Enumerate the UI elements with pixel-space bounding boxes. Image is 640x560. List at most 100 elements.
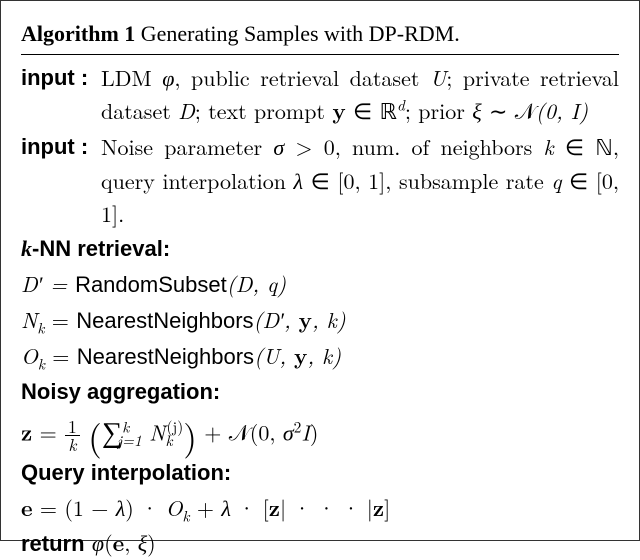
sub-k: k (38, 353, 45, 374)
section-interp: Query interpolation: (21, 456, 619, 489)
sym-U: U (430, 62, 446, 93)
input-block-1: input : LDM φ, public retrieval dataset … (21, 61, 619, 128)
text: -NN retrieval: (32, 236, 170, 261)
text: (0, I) (536, 95, 588, 126)
sym-y: y (299, 304, 312, 335)
text: , public retrieval dataset (174, 62, 430, 93)
sym-sigma: σ (273, 131, 284, 162)
sym-k: k (21, 236, 32, 261)
text: = (1 − (33, 492, 116, 523)
divider (21, 54, 619, 55)
lhs: D′ = (21, 268, 75, 299)
input-body-1: LDM φ, public retrieval dataset U; priva… (101, 61, 619, 128)
sym-phi: φ (162, 62, 174, 93)
frac-den: k (65, 436, 80, 454)
sym-sigma: σ (283, 417, 294, 448)
eq: = (45, 340, 77, 371)
text: ∈ (554, 131, 596, 162)
text: ∼ (482, 95, 515, 126)
sum-lower: j=1 (117, 430, 141, 451)
args-open: (D′, (254, 304, 299, 335)
text: Noise parameter (101, 131, 273, 162)
space (85, 527, 92, 558)
sym-e: e (113, 527, 125, 558)
paren-open: ( (104, 527, 113, 558)
sym-lambda: λ (221, 492, 231, 523)
text: ) · (125, 492, 165, 523)
sym-xi: ξ (472, 95, 481, 126)
sym-N: N (149, 417, 165, 448)
text: , subsample rate (385, 165, 551, 196)
fn-randomsubset: RandomSubset (75, 272, 227, 297)
args: (D, q) (227, 268, 286, 299)
sym-Nset: ℕ (595, 135, 613, 160)
text: > 0 (284, 131, 335, 162)
sym-xi: ξ (138, 527, 147, 558)
sym-lambda: λ (116, 492, 126, 523)
sym-z: z (21, 417, 32, 448)
eq: = (44, 304, 76, 335)
section-knn: k-NN retrieval: (21, 232, 619, 265)
text: ; prior (405, 95, 472, 126)
text: + (190, 492, 222, 523)
section-noisy: Noisy aggregation: (21, 375, 619, 408)
args-close: , k) (312, 304, 346, 335)
args-open: (U, (254, 340, 294, 371)
sym-phi: φ (92, 527, 104, 558)
algo-title-text: Generating Samples with DP-RDM. (141, 21, 460, 46)
text: · [ (231, 492, 269, 523)
sym-O: O (21, 340, 38, 371)
sym-D: D (178, 95, 195, 126)
fn-nn: NearestNeighbors (77, 344, 254, 369)
fn-nn: NearestNeighbors (76, 308, 253, 333)
input-block-2: input : Noise parameter σ > 0, num. of n… (21, 130, 619, 230)
sym-z: z (373, 492, 384, 523)
sym-e: e (21, 492, 33, 523)
args-close: ) (310, 417, 319, 448)
paren-close: ) (147, 527, 156, 558)
knn-line-1: D′ = RandomSubset(D, q) (21, 267, 619, 301)
interp-line: e = (1 − λ) · Ok + λ · [z| · · · |z] (21, 491, 619, 524)
sym-k: k (544, 131, 554, 162)
knn-line-3: Ok = NearestNeighbors(U, y, k) (21, 339, 619, 373)
text: ∈ (346, 95, 380, 126)
sym-I: I (301, 417, 310, 448)
plus: + (197, 417, 229, 448)
sym-z: z (269, 492, 280, 523)
sub-k: k (182, 505, 189, 526)
knn-line-2: Nk = NearestNeighbors(D′, y, k) (21, 303, 619, 337)
sym-lambda: λ (294, 165, 304, 196)
sup-j: (j) (167, 416, 184, 437)
dots: | · · · | (280, 492, 373, 523)
sym-N: 𝒩 (515, 95, 536, 126)
sym-R: ℝ (380, 99, 397, 124)
eq: = (32, 417, 64, 448)
return-line: return φ(e, ξ) (21, 526, 619, 560)
sym-q: q (551, 165, 561, 196)
text: ∈ [0, 1] (303, 165, 385, 196)
args-open: (0, (250, 417, 283, 448)
sym-O: O (166, 492, 183, 523)
text: ; text prompt (195, 95, 333, 126)
input-kw-1: input : (21, 61, 101, 128)
comma: , (124, 527, 137, 558)
args-close: , k) (307, 340, 341, 371)
algo-title: Algorithm 1 Generating Samples with DP-R… (21, 17, 619, 50)
input-kw-2: input : (21, 130, 101, 230)
algorithm-box: Algorithm 1 Generating Samples with DP-R… (0, 0, 640, 541)
text: ] (384, 492, 390, 523)
paren-open: ( (88, 410, 102, 460)
text: , num. of neighbors (335, 131, 544, 162)
return-kw: return (21, 531, 85, 556)
input-body-2: Noise parameter σ > 0, num. of neighbors… (101, 130, 619, 230)
algo-label: Algorithm 1 (21, 21, 135, 46)
frac-1-over-k: 1k (65, 418, 80, 454)
sym-N: N (21, 304, 37, 335)
agg-line: z = 1k (∑kj=1 Nk(j)) + 𝒩(0, σ2I) (21, 410, 619, 454)
text: LDM (101, 62, 162, 93)
paren-close: ) (183, 410, 197, 460)
sym-d: d (397, 95, 405, 116)
sym-y: y (332, 95, 345, 126)
sym-y: y (294, 340, 307, 371)
sym-Ncal: 𝒩 (229, 417, 250, 448)
